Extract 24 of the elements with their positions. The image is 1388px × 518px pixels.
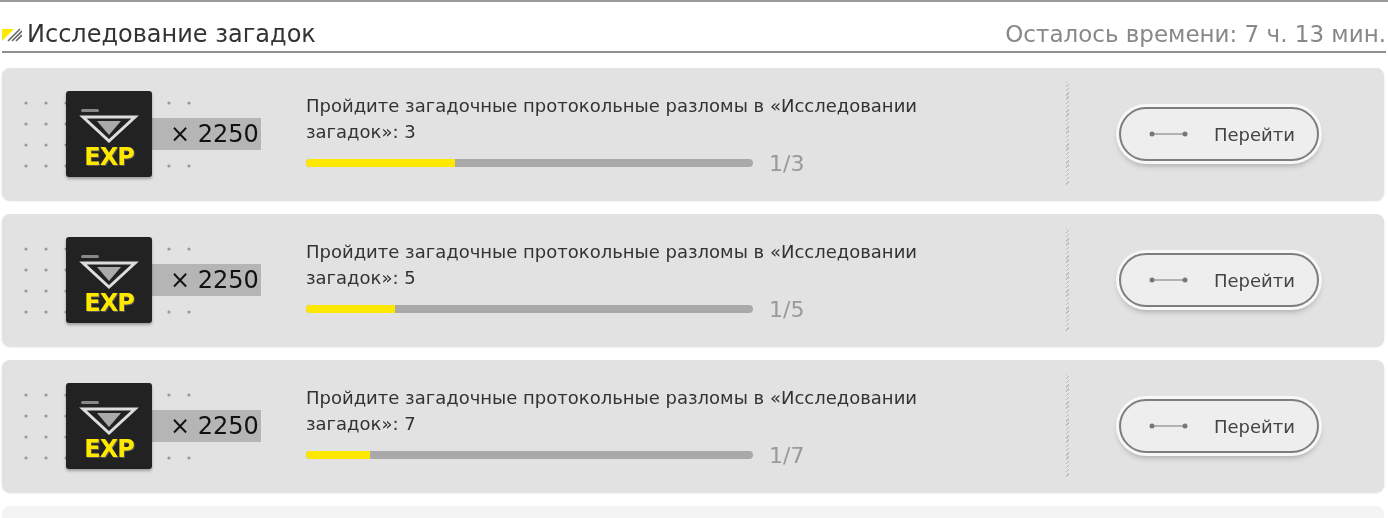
connector-icon xyxy=(1149,422,1189,430)
badge-label: EXP xyxy=(84,145,134,169)
go-button[interactable]: Перейти xyxy=(1119,253,1319,307)
task-description: Пройдите загадочные протокольные разломы в «Исследовании загадок»: 7 xyxy=(306,385,919,436)
reward-amount: × 2250 xyxy=(150,410,261,442)
badge-label: EXP xyxy=(84,291,134,315)
reward-amount: × 2250 xyxy=(150,118,261,150)
go-button[interactable]: Перейти xyxy=(1119,399,1319,453)
emblem-icon xyxy=(79,401,139,435)
progress-reading: 1/5 xyxy=(769,296,805,322)
connector-icon xyxy=(1149,130,1189,138)
time-remaining: Осталось времени: 7 ч. 13 мин. xyxy=(1005,21,1386,47)
task-description: Пройдите загадочные протокольные разломы в «Исследовании загадок»: 3 xyxy=(306,93,919,144)
section-title: Исследование загадок xyxy=(27,20,316,48)
reward-amount: × 2250 xyxy=(150,264,261,296)
connector-icon xyxy=(1149,276,1189,284)
hatched-corner-icon xyxy=(2,25,22,43)
badge-label: EXP xyxy=(84,437,134,461)
emblem-icon xyxy=(79,255,139,289)
progress-reading: 1/3 xyxy=(769,150,805,176)
progress-reading: 1/7 xyxy=(769,442,805,468)
emblem-icon xyxy=(79,109,139,143)
task-description: Пройдите загадочные протокольные разломы в «Исследовании загадок»: 5 xyxy=(306,239,919,290)
go-button[interactable]: Перейти xyxy=(1119,107,1319,161)
